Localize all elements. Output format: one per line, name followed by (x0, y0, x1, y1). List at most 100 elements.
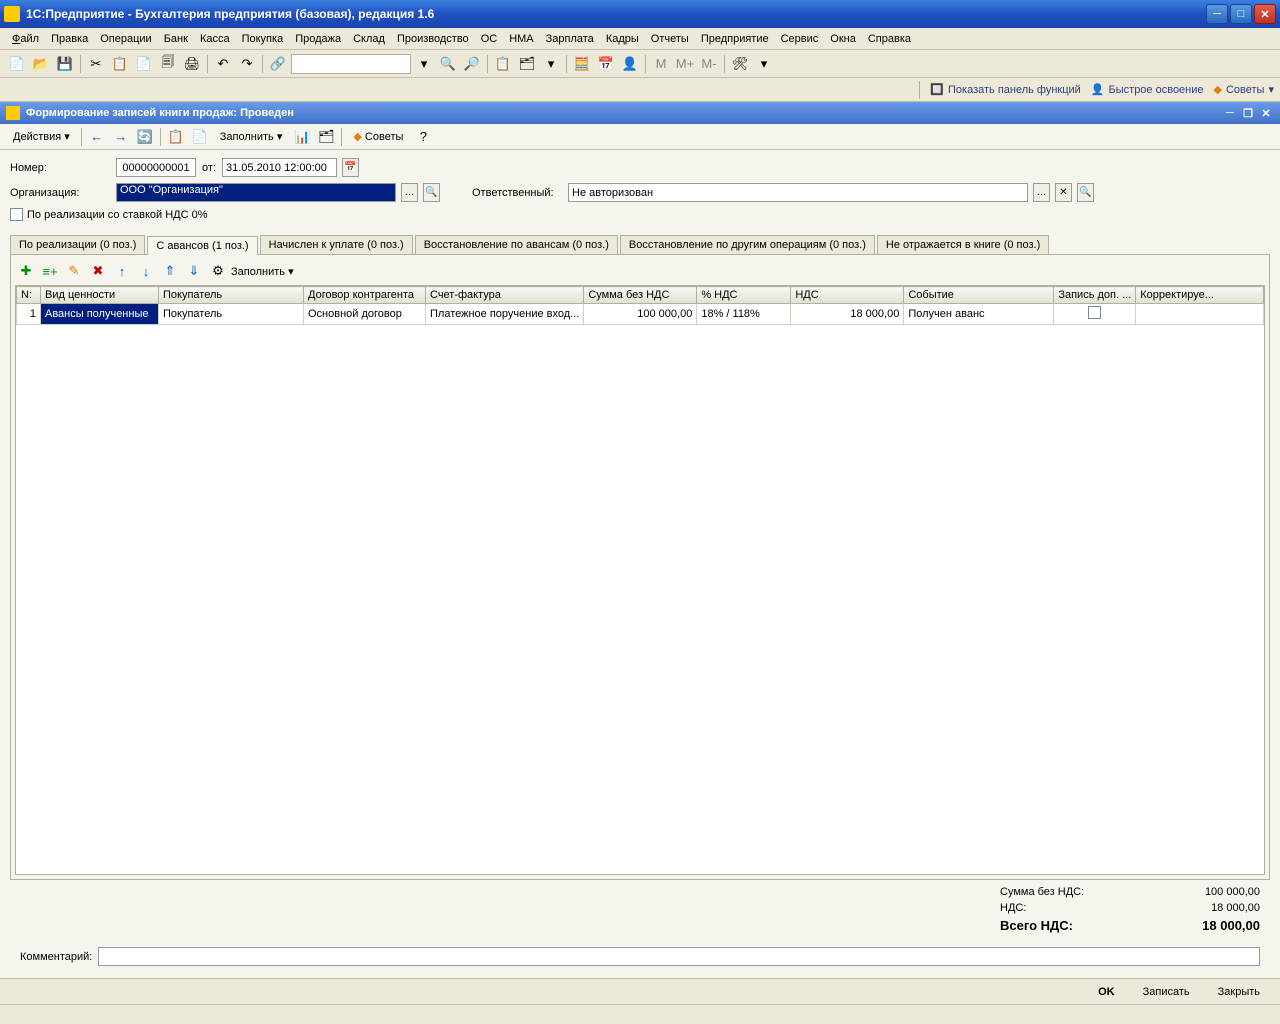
calc-icon[interactable]: 🧮 (571, 53, 593, 75)
resp-clear-icon[interactable]: ✕ (1055, 183, 1072, 202)
fill-button[interactable]: Заполнить ▾ (213, 127, 290, 146)
col-vat[interactable]: НДС (791, 287, 904, 304)
table-row[interactable]: 1 Авансы полученные Покупатель Основной … (17, 304, 1264, 325)
col-addrec[interactable]: Запись доп. ... (1054, 287, 1136, 304)
resp-select-icon[interactable]: … (1033, 183, 1050, 202)
tab-realization[interactable]: По реализации (0 поз.) (10, 235, 145, 254)
cut-icon[interactable]: ✂ (85, 53, 107, 75)
col-event[interactable]: Событие (904, 287, 1054, 304)
addrec-checkbox[interactable] (1088, 306, 1101, 319)
actions-button[interactable]: Действия ▾ (6, 127, 77, 146)
cell-invoice[interactable]: Платежное поручение вход... (426, 304, 584, 325)
doc-close-button[interactable]: ✕ (1258, 106, 1274, 120)
calendar-icon[interactable]: 📅 (595, 53, 617, 75)
refresh-icon[interactable]: 🔄 (134, 126, 156, 148)
save-button[interactable]: Записать (1133, 984, 1200, 1000)
undo-icon[interactable]: ↶ (212, 53, 234, 75)
col-pct[interactable]: % НДС (697, 287, 791, 304)
org-field[interactable]: ООО "Организация" (116, 183, 396, 202)
link-icon[interactable]: 🔗 (267, 53, 289, 75)
menu-service[interactable]: Сервис (775, 31, 825, 47)
print-icon[interactable]: 🖨 (181, 53, 203, 75)
find-next-icon[interactable]: 🔎 (461, 53, 483, 75)
settings2-icon[interactable]: ⚙ (207, 260, 229, 282)
move-down-icon[interactable]: ↓ (135, 260, 157, 282)
menu-purchase[interactable]: Покупка (236, 31, 290, 47)
menu-help[interactable]: Справка (862, 31, 917, 47)
tips-button[interactable]: ◆ Советы (346, 127, 410, 146)
tree2-icon[interactable]: 🗂 (315, 126, 337, 148)
cell-vat[interactable]: 18 000,00 (791, 304, 904, 325)
doc-min-button[interactable]: ─ (1222, 106, 1238, 120)
comment-field[interactable] (98, 947, 1260, 966)
copy2-icon[interactable]: 📋 (492, 53, 514, 75)
close-button[interactable]: ✕ (1254, 4, 1276, 24)
show-panel-link[interactable]: 🔲 Показать панель функций (930, 83, 1081, 96)
col-contract[interactable]: Договор контрагента (304, 287, 426, 304)
back-icon[interactable]: ← (86, 126, 108, 148)
menu-bank[interactable]: Банк (158, 31, 194, 47)
drop-icon[interactable]: ▾ (413, 53, 435, 75)
report-icon[interactable]: 📊 (291, 126, 313, 148)
delete-row-icon[interactable]: ✖ (87, 260, 109, 282)
cell-sum[interactable]: 100 000,00 (584, 304, 697, 325)
cell-event[interactable]: Получен аванс (904, 304, 1054, 325)
cell-addrec[interactable] (1054, 304, 1136, 325)
redo-icon[interactable]: ↷ (236, 53, 258, 75)
unpost-icon[interactable]: 📄 (189, 126, 211, 148)
menu-production[interactable]: Производство (391, 31, 475, 47)
tab-advances[interactable]: С авансов (1 поз.) (147, 236, 257, 255)
user-icon[interactable]: 👤 (619, 53, 641, 75)
m-button[interactable]: M (650, 53, 672, 75)
menu-salary[interactable]: Зарплата (540, 31, 600, 47)
number-field[interactable] (116, 158, 196, 177)
sort-asc-icon[interactable]: ⇑ (159, 260, 181, 282)
resp-field[interactable] (568, 183, 1028, 202)
org-select-icon[interactable]: … (401, 183, 418, 202)
col-sum[interactable]: Сумма без НДС (584, 287, 697, 304)
cell-buyer[interactable]: Покупатель (159, 304, 304, 325)
tab-accrued[interactable]: Начислен к уплате (0 поз.) (260, 235, 413, 254)
date-picker-icon[interactable]: 📅 (342, 158, 359, 177)
save-icon[interactable]: 💾 (54, 53, 76, 75)
date-field[interactable] (222, 158, 337, 177)
open-icon[interactable]: 📂 (30, 53, 52, 75)
data-grid[interactable]: N: Вид ценности Покупатель Договор контр… (15, 285, 1265, 875)
menu-file[interactable]: Файл (6, 31, 45, 47)
search-input[interactable] (291, 54, 411, 74)
resp-search-icon[interactable]: 🔍 (1077, 183, 1094, 202)
help-icon[interactable]: ? (412, 126, 434, 148)
mplus-button[interactable]: M+ (674, 53, 696, 75)
cell-corr[interactable] (1136, 304, 1264, 325)
col-type[interactable]: Вид ценности (41, 287, 159, 304)
org-search-icon[interactable]: 🔍 (423, 183, 440, 202)
move-up-icon[interactable]: ↑ (111, 260, 133, 282)
col-n[interactable]: N: (17, 287, 41, 304)
insert-row-icon[interactable]: ≡+ (39, 260, 61, 282)
menu-cash[interactable]: Касса (194, 31, 236, 47)
menu-os[interactable]: ОС (475, 31, 504, 47)
cell-pct[interactable]: 18% / 118% (697, 304, 791, 325)
drop3-icon[interactable]: ▾ (753, 53, 775, 75)
sort-desc-icon[interactable]: ⇓ (183, 260, 205, 282)
new-icon[interactable]: 📄 (6, 53, 28, 75)
post-icon[interactable]: 📋 (165, 126, 187, 148)
menu-staff[interactable]: Кадры (600, 31, 645, 47)
col-invoice[interactable]: Счет-фактура (426, 287, 584, 304)
col-buyer[interactable]: Покупатель (159, 287, 304, 304)
mminus-button[interactable]: M- (698, 53, 720, 75)
ok-button[interactable]: OK (1088, 984, 1125, 1000)
tree-icon[interactable]: 🗂 (516, 53, 538, 75)
cell-n[interactable]: 1 (17, 304, 41, 325)
menu-sale[interactable]: Продажа (289, 31, 347, 47)
drop2-icon[interactable]: ▾ (540, 53, 562, 75)
tab-restore-other[interactable]: Восстановление по другим операциям (0 по… (620, 235, 875, 254)
zero-vat-checkbox[interactable] (10, 208, 23, 221)
tab-restore-advances[interactable]: Восстановление по авансам (0 поз.) (415, 235, 618, 254)
menu-enterprise[interactable]: Предприятие (695, 31, 775, 47)
cell-type[interactable]: Авансы полученные (41, 304, 159, 325)
menu-reports[interactable]: Отчеты (645, 31, 695, 47)
menu-operations[interactable]: Операции (94, 31, 157, 47)
copy-icon[interactable]: 📋 (109, 53, 131, 75)
maximize-button[interactable]: □ (1230, 4, 1252, 24)
